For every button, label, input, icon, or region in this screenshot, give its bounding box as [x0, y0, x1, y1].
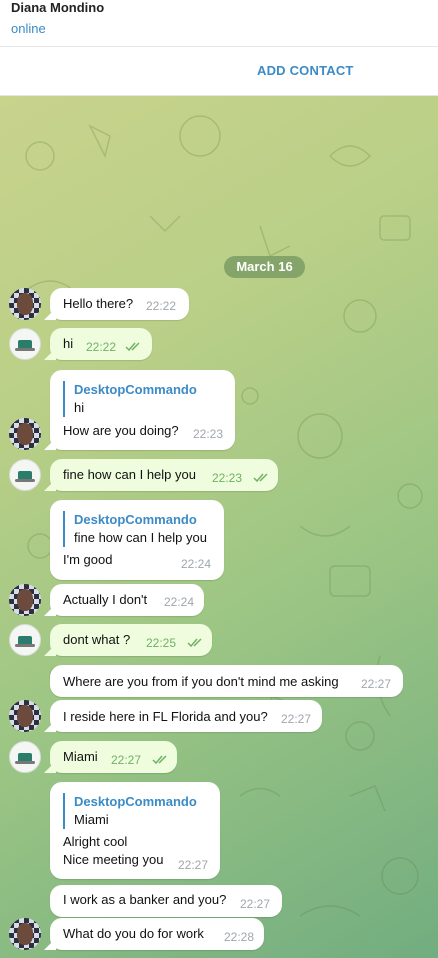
message-text: dont what ? [63, 632, 131, 647]
message-bubble-outgoing[interactable]: fine how can I help you 22:23 [50, 459, 278, 491]
message-bubble-incoming[interactable]: Actually I don't 22:24 [50, 584, 204, 616]
message-text-line-2: Nice meeting you [63, 852, 164, 867]
read-double-check-icon [125, 342, 140, 352]
message-text: hi [63, 336, 74, 351]
message-text: fine how can I help you [63, 467, 196, 482]
chat-area[interactable]: March 16 Hello there? 22:22 hi 22:22 Des… [0, 96, 438, 958]
message-bubble-incoming[interactable]: I work as a banker and you? 22:27 [50, 885, 282, 917]
contact-name[interactable]: Diana Mondino [11, 0, 104, 15]
message-time: 22:27 [361, 677, 392, 691]
message-bubble-incoming-reply[interactable]: DesktopCommando Miami Alright cool Nice … [50, 782, 220, 879]
message-time: 22:27 [178, 858, 209, 872]
message-text: Where are you from if you don't mind me … [63, 674, 339, 689]
message-bubble-outgoing[interactable]: Miami 22:27 [50, 741, 177, 773]
reply-author: DesktopCommando [74, 794, 197, 809]
message-text: Miami [63, 749, 98, 764]
message-time: 22:22 [146, 299, 177, 313]
contact-avatar[interactable] [9, 418, 41, 450]
message-time: 22:22 [86, 340, 117, 354]
self-avatar[interactable] [9, 328, 41, 360]
date-separator: March 16 [224, 256, 305, 278]
self-avatar[interactable] [9, 741, 41, 773]
message-bubble-incoming[interactable]: Hello there? 22:22 [50, 288, 189, 320]
quoted-reply[interactable]: DesktopCommando Miami [63, 793, 197, 829]
quoted-reply[interactable]: DesktopCommando hi [63, 381, 197, 417]
message-time: 22:25 [146, 636, 177, 650]
read-double-check-icon [187, 638, 202, 648]
message-text: I'm good [63, 552, 113, 567]
contact-avatar[interactable] [9, 700, 41, 732]
message-time: 22:23 [212, 471, 243, 485]
message-bubble-incoming[interactable]: Where are you from if you don't mind me … [50, 665, 403, 697]
reply-author: DesktopCommando [74, 512, 197, 527]
message-text-line-1: Alright cool [63, 834, 128, 849]
message-time: 22:28 [224, 930, 255, 944]
message-time: 22:27 [240, 897, 271, 911]
message-bubble-outgoing[interactable]: dont what ? 22:25 [50, 624, 212, 656]
contact-avatar[interactable] [9, 584, 41, 616]
message-time: 22:24 [164, 595, 195, 609]
message-bubble-incoming-reply[interactable]: DesktopCommando fine how can I help you … [50, 500, 224, 580]
read-double-check-icon [253, 473, 268, 483]
message-time: 22:27 [111, 753, 142, 767]
reply-quoted-text: Miami [74, 812, 109, 827]
message-text: Hello there? [63, 296, 134, 311]
chat-header: Diana Mondino online [0, 0, 438, 47]
message-text: I reside here in FL Florida and you? [63, 709, 268, 724]
message-bubble-incoming[interactable]: I reside here in FL Florida and you? 22:… [50, 700, 322, 732]
reply-quoted-text: hi [74, 400, 85, 415]
message-bubble-outgoing[interactable]: hi 22:22 [50, 328, 152, 360]
contact-avatar[interactable] [9, 918, 41, 950]
read-double-check-icon [152, 755, 167, 765]
message-bubble-incoming[interactable]: What do you do for work 22:28 [50, 918, 264, 950]
message-time: 22:23 [193, 427, 224, 441]
message-text: I work as a banker and you? [63, 892, 227, 907]
message-time: 22:24 [181, 557, 212, 571]
self-avatar[interactable] [9, 624, 41, 656]
add-contact-bar: ADD CONTACT [0, 47, 438, 96]
message-text: Actually I don't [63, 592, 148, 607]
message-time: 22:27 [281, 712, 312, 726]
message-text: What do you do for work [63, 926, 204, 941]
contact-avatar[interactable] [9, 288, 41, 320]
message-text: How are you doing? [63, 423, 179, 438]
message-bubble-incoming-reply[interactable]: DesktopCommando hi How are you doing? 22… [50, 370, 235, 450]
quoted-reply[interactable]: DesktopCommando fine how can I help you [63, 511, 207, 547]
reply-author: DesktopCommando [74, 382, 197, 397]
contact-status: online [11, 21, 46, 36]
add-contact-button[interactable]: ADD CONTACT [257, 63, 354, 78]
self-avatar[interactable] [9, 459, 41, 491]
reply-quoted-text: fine how can I help you [74, 530, 207, 545]
